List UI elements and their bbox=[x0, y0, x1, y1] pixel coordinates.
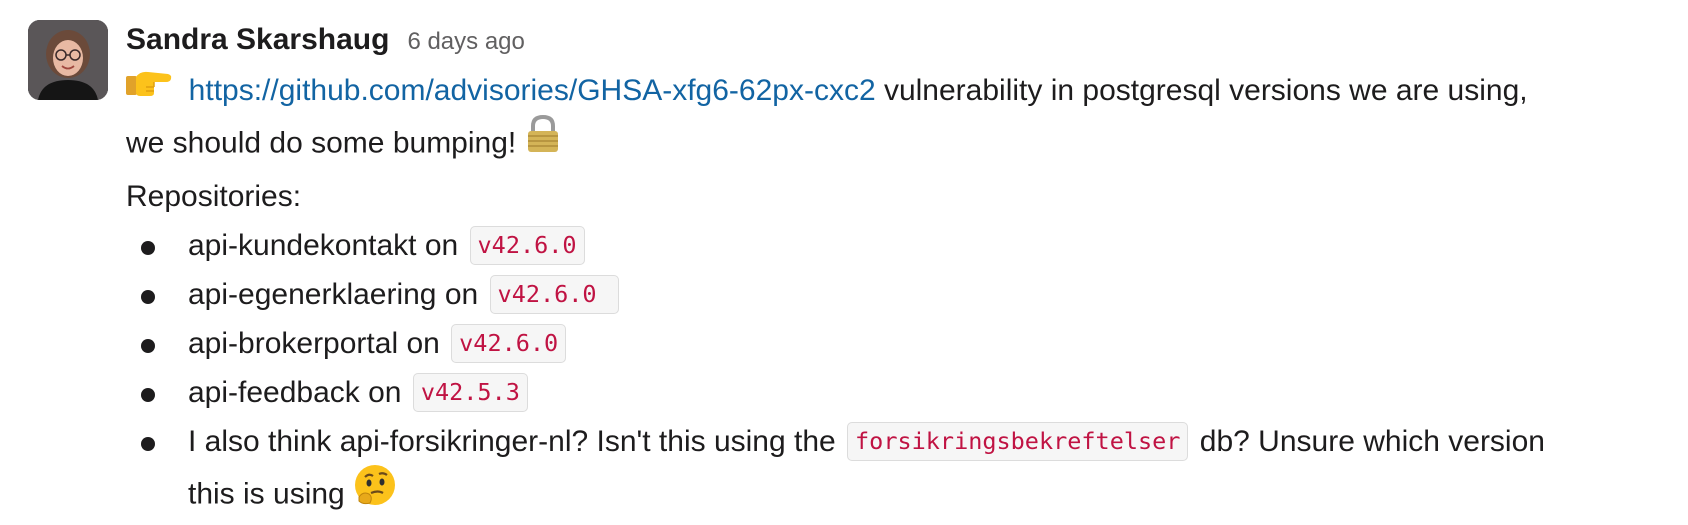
point-right-icon bbox=[126, 65, 172, 114]
repo-list: api-kundekontakt on v42.6.0 api-egenerkl… bbox=[126, 221, 1666, 525]
last-item-line-2: this is using bbox=[188, 477, 354, 510]
bullet bbox=[141, 240, 155, 255]
body-text-line-2: we should do some bumping! bbox=[126, 126, 525, 159]
version-code: v42.6.0 bbox=[489, 274, 619, 314]
version-code: v42.6.0 bbox=[451, 323, 567, 363]
list-item: I also think api-forsikringer-nl? Isn't … bbox=[126, 417, 1666, 525]
timestamp[interactable]: 6 days ago bbox=[407, 16, 524, 68]
repo-name: api-kundekontakt on bbox=[188, 228, 467, 262]
message-header: Sandra Skarshaug 6 days ago bbox=[126, 14, 1666, 66]
version-code: v42.5.3 bbox=[412, 372, 528, 412]
body-text-after-link: vulnerability in postgresql versions we … bbox=[875, 74, 1528, 107]
list-item: api-brokerportal on v42.6.0 bbox=[126, 319, 1666, 368]
author-name[interactable]: Sandra Skarshaug bbox=[126, 14, 389, 66]
bullet bbox=[141, 338, 155, 353]
bullet bbox=[141, 436, 155, 451]
repo-name: api-egenerklaering on bbox=[188, 277, 487, 311]
message: Sandra Skarshaug 6 days ago https://gith… bbox=[0, 0, 1688, 512]
db-code: forsikringsbekreftelser bbox=[847, 421, 1189, 461]
avatar[interactable] bbox=[28, 20, 108, 100]
last-item-after-code: db? Unsure which version bbox=[1191, 424, 1545, 458]
bullet bbox=[141, 289, 155, 304]
repo-name: api-brokerportal on bbox=[188, 326, 449, 360]
repositories-label: Repositories: bbox=[126, 179, 302, 213]
last-item-text: I also think api-forsikringer-nl? Isn't … bbox=[188, 424, 845, 458]
body-line-1: https://github.com/advisories/GHSA-xfg6-… bbox=[126, 66, 1666, 117]
list-item: api-feedback on v42.5.3 bbox=[126, 368, 1666, 417]
repo-name: api-feedback on bbox=[188, 375, 410, 409]
lock-icon bbox=[525, 114, 561, 169]
advisory-link[interactable]: https://github.com/advisories/GHSA-xfg6-… bbox=[189, 74, 876, 107]
bullet bbox=[141, 387, 155, 402]
version-code: v42.6.0 bbox=[469, 225, 585, 265]
message-content: Sandra Skarshaug 6 days ago https://gith… bbox=[126, 14, 1666, 525]
avatar-photo bbox=[28, 20, 108, 100]
body-line-2: we should do some bumping! bbox=[126, 114, 1666, 172]
thinking-face-icon bbox=[353, 463, 397, 522]
list-item: api-kundekontakt on v42.6.0 bbox=[126, 221, 1666, 270]
message-body: https://github.com/advisories/GHSA-xfg6-… bbox=[126, 66, 1666, 525]
list-item: api-egenerklaering on v42.6.0 bbox=[126, 270, 1666, 319]
